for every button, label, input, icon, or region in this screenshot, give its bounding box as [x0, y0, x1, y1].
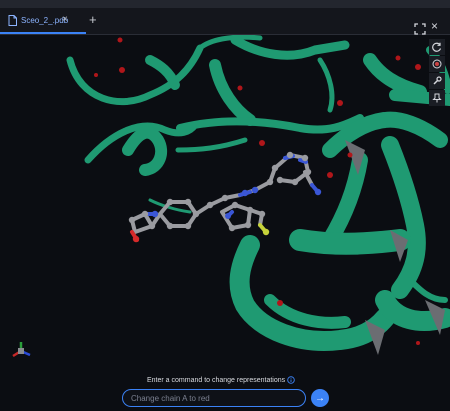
rotate-button[interactable] [429, 39, 445, 55]
pin-icon [432, 93, 442, 103]
command-label: Enter a command to change representation… [147, 377, 286, 384]
fullscreen-icon[interactable] [414, 23, 426, 35]
info-icon[interactable] [287, 376, 295, 384]
axes-gizmo-icon [12, 342, 31, 358]
command-input[interactable] [122, 389, 306, 407]
molecule-viewport[interactable] [0, 35, 450, 411]
pin-button[interactable] [429, 90, 445, 106]
tab-bar: Sceo_2_.pdb × + × [0, 8, 450, 35]
window-top-strip [0, 0, 450, 8]
tab-close-icon[interactable]: × [62, 14, 68, 25]
file-icon [8, 14, 17, 26]
wrench-icon [433, 76, 442, 85]
add-tab-button[interactable]: + [89, 12, 97, 27]
tab-file[interactable]: Sceo_2_.pdb × [0, 8, 86, 34]
rotate-icon [432, 42, 442, 52]
send-button[interactable]: → [311, 389, 329, 407]
target-button[interactable] [429, 56, 445, 72]
viewer-toolbar [429, 39, 445, 107]
wrench-button[interactable] [429, 73, 445, 89]
target-icon [432, 59, 442, 69]
window-close-icon[interactable]: × [431, 19, 438, 33]
